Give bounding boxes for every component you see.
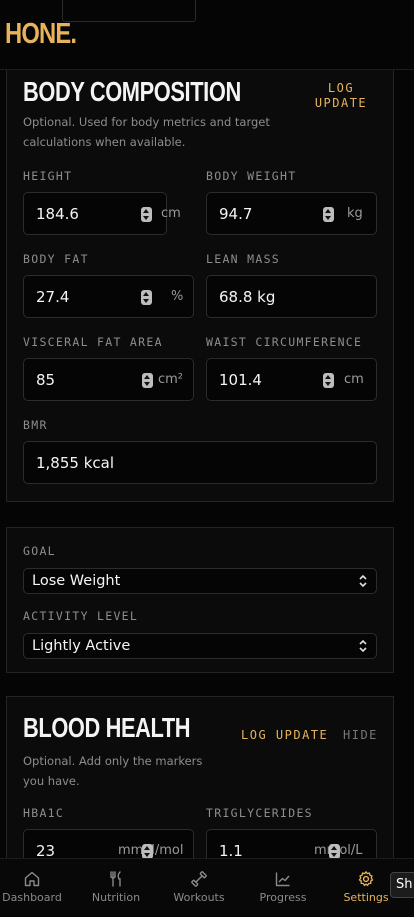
nav-settings[interactable]: Settings xyxy=(334,859,398,917)
body-fat-label: BODY FAT xyxy=(23,252,89,266)
waist-stepper-icon[interactable] xyxy=(323,373,334,388)
nav-dashboard-label: Dashboard xyxy=(2,891,62,904)
blood-log-update-button[interactable]: LOG UPDATE xyxy=(241,728,328,743)
body-weight-unit: kg xyxy=(347,206,363,221)
hba1c-input[interactable]: 23 mmol/mol xyxy=(23,829,194,858)
waist-value: 101.4 xyxy=(219,371,262,389)
blood-health-description: Optional. Add only the markers you have. xyxy=(23,754,203,788)
height-input[interactable]: 184.6 cm xyxy=(23,192,181,235)
body-fat-stepper-icon[interactable] xyxy=(141,290,152,305)
home-icon xyxy=(24,871,40,887)
bmr-label: BMR xyxy=(23,418,48,432)
blood-health-title: BLOOD HEALTH xyxy=(23,712,191,743)
height-value: 184.6 xyxy=(36,205,79,223)
height-stepper-icon[interactable] xyxy=(141,207,152,222)
nav-settings-label: Settings xyxy=(343,891,389,904)
top-ghost-box xyxy=(62,0,196,22)
tooltip-text: Sh xyxy=(396,877,413,892)
activity-level-label: ACTIVITY LEVEL xyxy=(23,609,139,623)
blood-health-card: BLOOD HEALTH LOG UPDATE HIDE Optional. A… xyxy=(6,696,394,858)
body-composition-card: BODY COMPOSITION LOG UPDATE Optional. Us… xyxy=(6,70,394,502)
visceral-fat-label: VISCERAL FAT AREA xyxy=(23,335,163,349)
hba1c-value: 23 xyxy=(36,842,56,858)
body-weight-input[interactable]: 94.7 kg xyxy=(206,192,377,235)
bmr-value: 1,855 kcal xyxy=(36,454,115,472)
body-weight-label: BODY WEIGHT xyxy=(206,169,297,183)
gear-icon xyxy=(358,871,374,887)
triglycerides-label: TRIGLYCERIDES xyxy=(206,806,313,820)
chevron-up-down-icon xyxy=(359,639,367,653)
nav-nutrition-label: Nutrition xyxy=(91,891,141,904)
visceral-fat-unit: cm² xyxy=(158,372,184,387)
hba1c-label: HBA1C xyxy=(23,806,65,820)
bottom-nav: Dashboard Nutrition Workouts Progress Se… xyxy=(0,858,414,916)
nav-progress[interactable]: Progress xyxy=(251,859,315,917)
lean-mass-label: LEAN MASS xyxy=(206,252,281,266)
nav-progress-label: Progress xyxy=(259,891,307,904)
nav-workouts-label: Workouts xyxy=(173,891,225,904)
triglycerides-stepper-icon[interactable] xyxy=(329,844,340,858)
goal-label: GOAL xyxy=(23,544,56,558)
goal-select[interactable]: Lose Weight xyxy=(23,568,377,594)
hba1c-stepper-icon[interactable] xyxy=(142,844,153,858)
waist-unit: cm xyxy=(344,372,364,387)
lean-mass-value: 68.8 kg xyxy=(219,288,276,306)
visceral-fat-stepper-icon[interactable] xyxy=(142,373,153,388)
activity-level-value: Lightly Active xyxy=(32,638,131,654)
body-fat-unit: % xyxy=(171,289,184,304)
app-logo[interactable]: HONE. xyxy=(5,18,77,51)
lean-mass-field: 68.8 kg xyxy=(206,275,377,318)
nav-workouts[interactable]: Workouts xyxy=(167,859,231,917)
body-composition-description: Optional. Used for body metrics and targ… xyxy=(23,115,270,149)
body-fat-input[interactable]: 27.4 % xyxy=(23,275,194,318)
activity-level-select[interactable]: Lightly Active xyxy=(23,633,377,659)
chart-line-icon xyxy=(275,872,290,887)
body-weight-stepper-icon[interactable] xyxy=(323,207,334,222)
waist-input[interactable]: 101.4 cm xyxy=(206,358,377,401)
dumbbell-icon xyxy=(191,871,207,887)
height-unit: cm xyxy=(161,206,181,221)
nav-dashboard[interactable]: Dashboard xyxy=(0,859,64,917)
waist-label: WAIST CIRCUMFERENCE xyxy=(206,335,363,349)
body-fat-value: 27.4 xyxy=(36,288,70,306)
visceral-fat-value: 85 xyxy=(36,371,56,389)
triglycerides-input[interactable]: 1.1 mmol/L xyxy=(206,829,377,858)
blood-hide-button[interactable]: HIDE xyxy=(343,728,378,743)
top-bar: HONE. xyxy=(0,0,414,70)
body-weight-value: 94.7 xyxy=(219,205,253,223)
triglycerides-value: 1.1 xyxy=(219,842,243,858)
body-composition-title: BODY COMPOSITION xyxy=(23,76,241,107)
height-label: HEIGHT xyxy=(23,169,73,183)
utensils-icon xyxy=(110,871,121,887)
goals-card: GOAL Lose Weight ACTIVITY LEVEL Lightly … xyxy=(6,527,394,673)
visceral-fat-input[interactable]: 85 cm² xyxy=(23,358,194,401)
tooltip-popup: Sh xyxy=(390,872,414,898)
log-update-button[interactable]: LOG UPDATE xyxy=(313,81,369,111)
nav-nutrition[interactable]: Nutrition xyxy=(84,859,148,917)
bmr-field: 1,855 kcal xyxy=(23,441,377,484)
settings-scroll[interactable]: BODY COMPOSITION LOG UPDATE Optional. Us… xyxy=(0,70,414,858)
goal-value: Lose Weight xyxy=(32,573,121,589)
chevron-up-down-icon xyxy=(359,574,367,588)
